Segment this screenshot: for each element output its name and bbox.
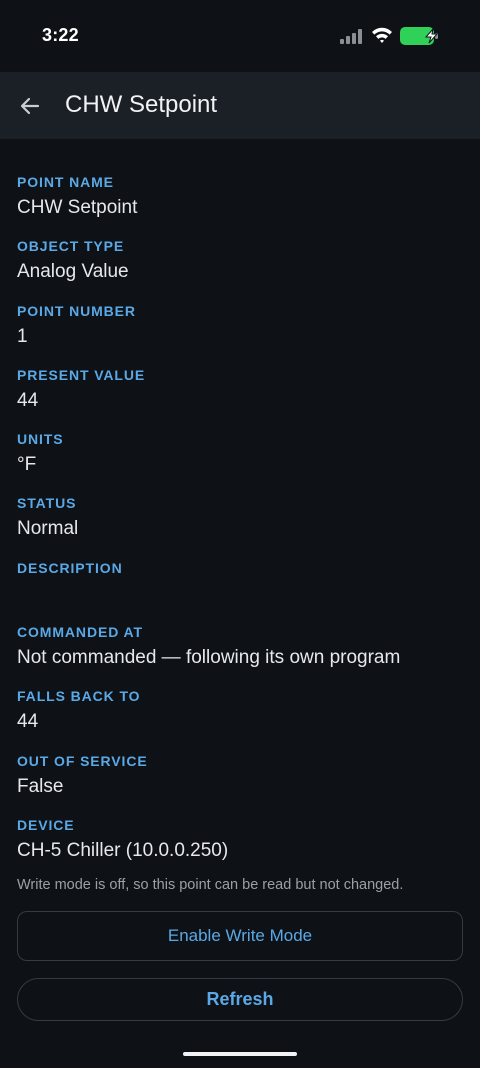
field-value: 44 — [17, 711, 39, 733]
field-label: COMMANDED AT — [17, 624, 143, 641]
battery-charging-icon — [400, 27, 439, 45]
field-value: Not commanded — following its own progra… — [17, 647, 401, 669]
field-object-type: OBJECT TYPE Analog Value — [17, 236, 463, 300]
home-indicator[interactable] — [183, 1052, 297, 1056]
status-time: 3:22 — [42, 25, 79, 45]
field-description: DESCRIPTION — [17, 558, 463, 622]
back-arrow-icon[interactable] — [14, 90, 46, 122]
field-commanded-at: COMMANDED AT Not commanded — following i… — [17, 622, 463, 686]
field-value: °F — [17, 454, 37, 476]
field-value: 1 — [17, 325, 28, 347]
app-bar: CHW Setpoint — [0, 72, 480, 139]
field-units: UNITS °F — [17, 429, 463, 493]
field-value: Normal — [17, 518, 79, 540]
field-status: STATUS Normal — [17, 493, 463, 557]
field-present-value: PRESENT VALUE 44 — [17, 365, 463, 429]
field-value: False — [17, 775, 64, 797]
write-mode-note: Write mode is off, so this point can be … — [17, 877, 404, 893]
field-label: DEVICE — [17, 816, 75, 833]
field-label: POINT NUMBER — [17, 302, 136, 319]
page-title: CHW Setpoint — [65, 91, 218, 118]
field-label: DESCRIPTION — [17, 559, 123, 576]
point-details: POINT NAME CHW Setpoint OBJECT TYPE Anal… — [17, 172, 463, 879]
field-falls-back-to: FALLS BACK TO 44 — [17, 686, 463, 750]
field-value: Analog Value — [17, 261, 129, 283]
wifi-icon — [372, 27, 392, 43]
status-bar: 3:22 — [0, 0, 480, 72]
field-label: OUT OF SERVICE — [17, 752, 148, 769]
field-label: OBJECT TYPE — [17, 238, 125, 255]
refresh-button[interactable]: Refresh — [17, 978, 463, 1021]
field-point-name: POINT NAME CHW Setpoint — [17, 172, 463, 236]
field-out-of-service: OUT OF SERVICE False — [17, 751, 463, 815]
field-label: FALLS BACK TO — [17, 688, 141, 705]
field-label: POINT NAME — [17, 174, 114, 190]
field-value: CHW Setpoint — [17, 197, 138, 218]
field-label: STATUS — [17, 495, 77, 512]
field-device: DEVICE CH-5 Chiller (10.0.0.250) — [17, 815, 463, 879]
enable-write-mode-button[interactable]: Enable Write Mode — [17, 911, 463, 961]
field-value: CH-5 Chiller (10.0.0.250) — [17, 839, 229, 861]
field-label: PRESENT VALUE — [17, 366, 146, 383]
field-value: 44 — [17, 389, 39, 411]
field-label: UNITS — [17, 431, 64, 448]
field-point-number: POINT NUMBER 1 — [17, 301, 463, 365]
cellular-signal-icon — [340, 28, 366, 44]
